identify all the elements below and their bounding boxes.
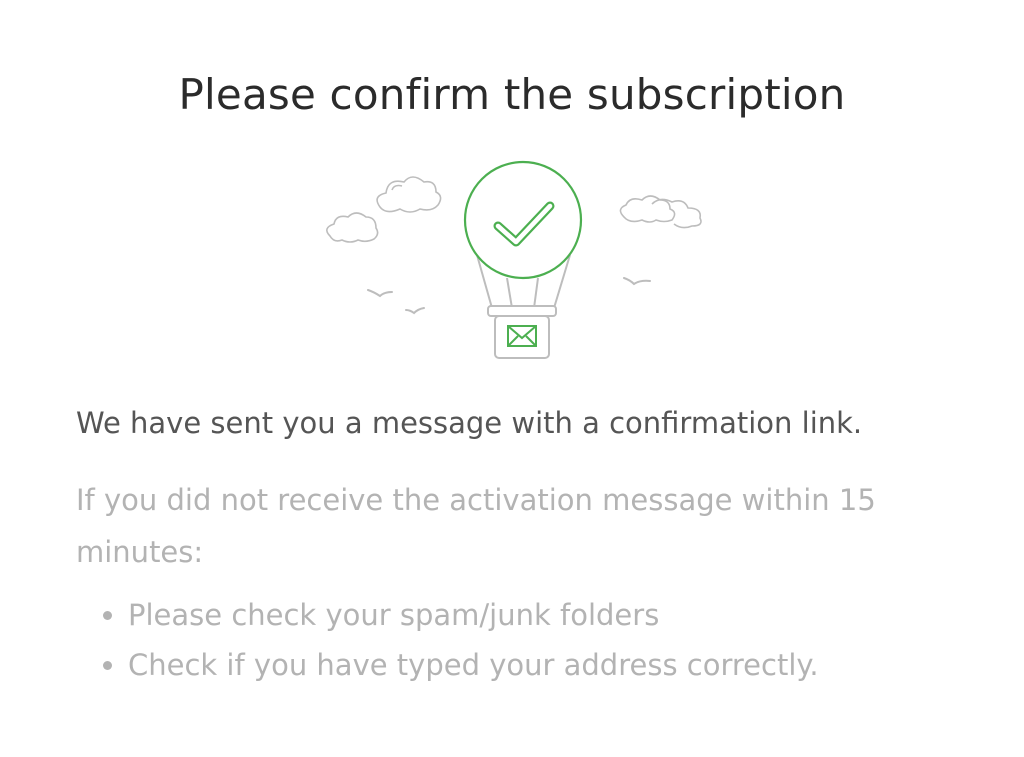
bullet-icon [103,611,112,620]
activation-hint: If you did not receive the activation me… [76,483,876,569]
tip-text: Check if you have typed your address cor… [128,648,819,682]
tips-list: Please check your spam/junk folders Chec… [76,590,819,690]
list-item: Check if you have typed your address cor… [76,640,819,690]
page-title: Please confirm the subscription [178,70,846,119]
list-item: Please check your spam/junk folders [76,590,819,640]
bullet-icon [103,661,112,670]
cloud-icon [376,176,442,213]
cloud-icon [619,195,702,229]
tip-text: Please check your spam/junk folders [128,598,660,632]
balloon-icon [463,160,583,280]
basket-rim [487,305,557,317]
confirmation-message: We have sent you a message with a confir… [76,406,863,440]
cloud-icon [326,212,379,243]
balloon-illustration [326,160,702,359]
